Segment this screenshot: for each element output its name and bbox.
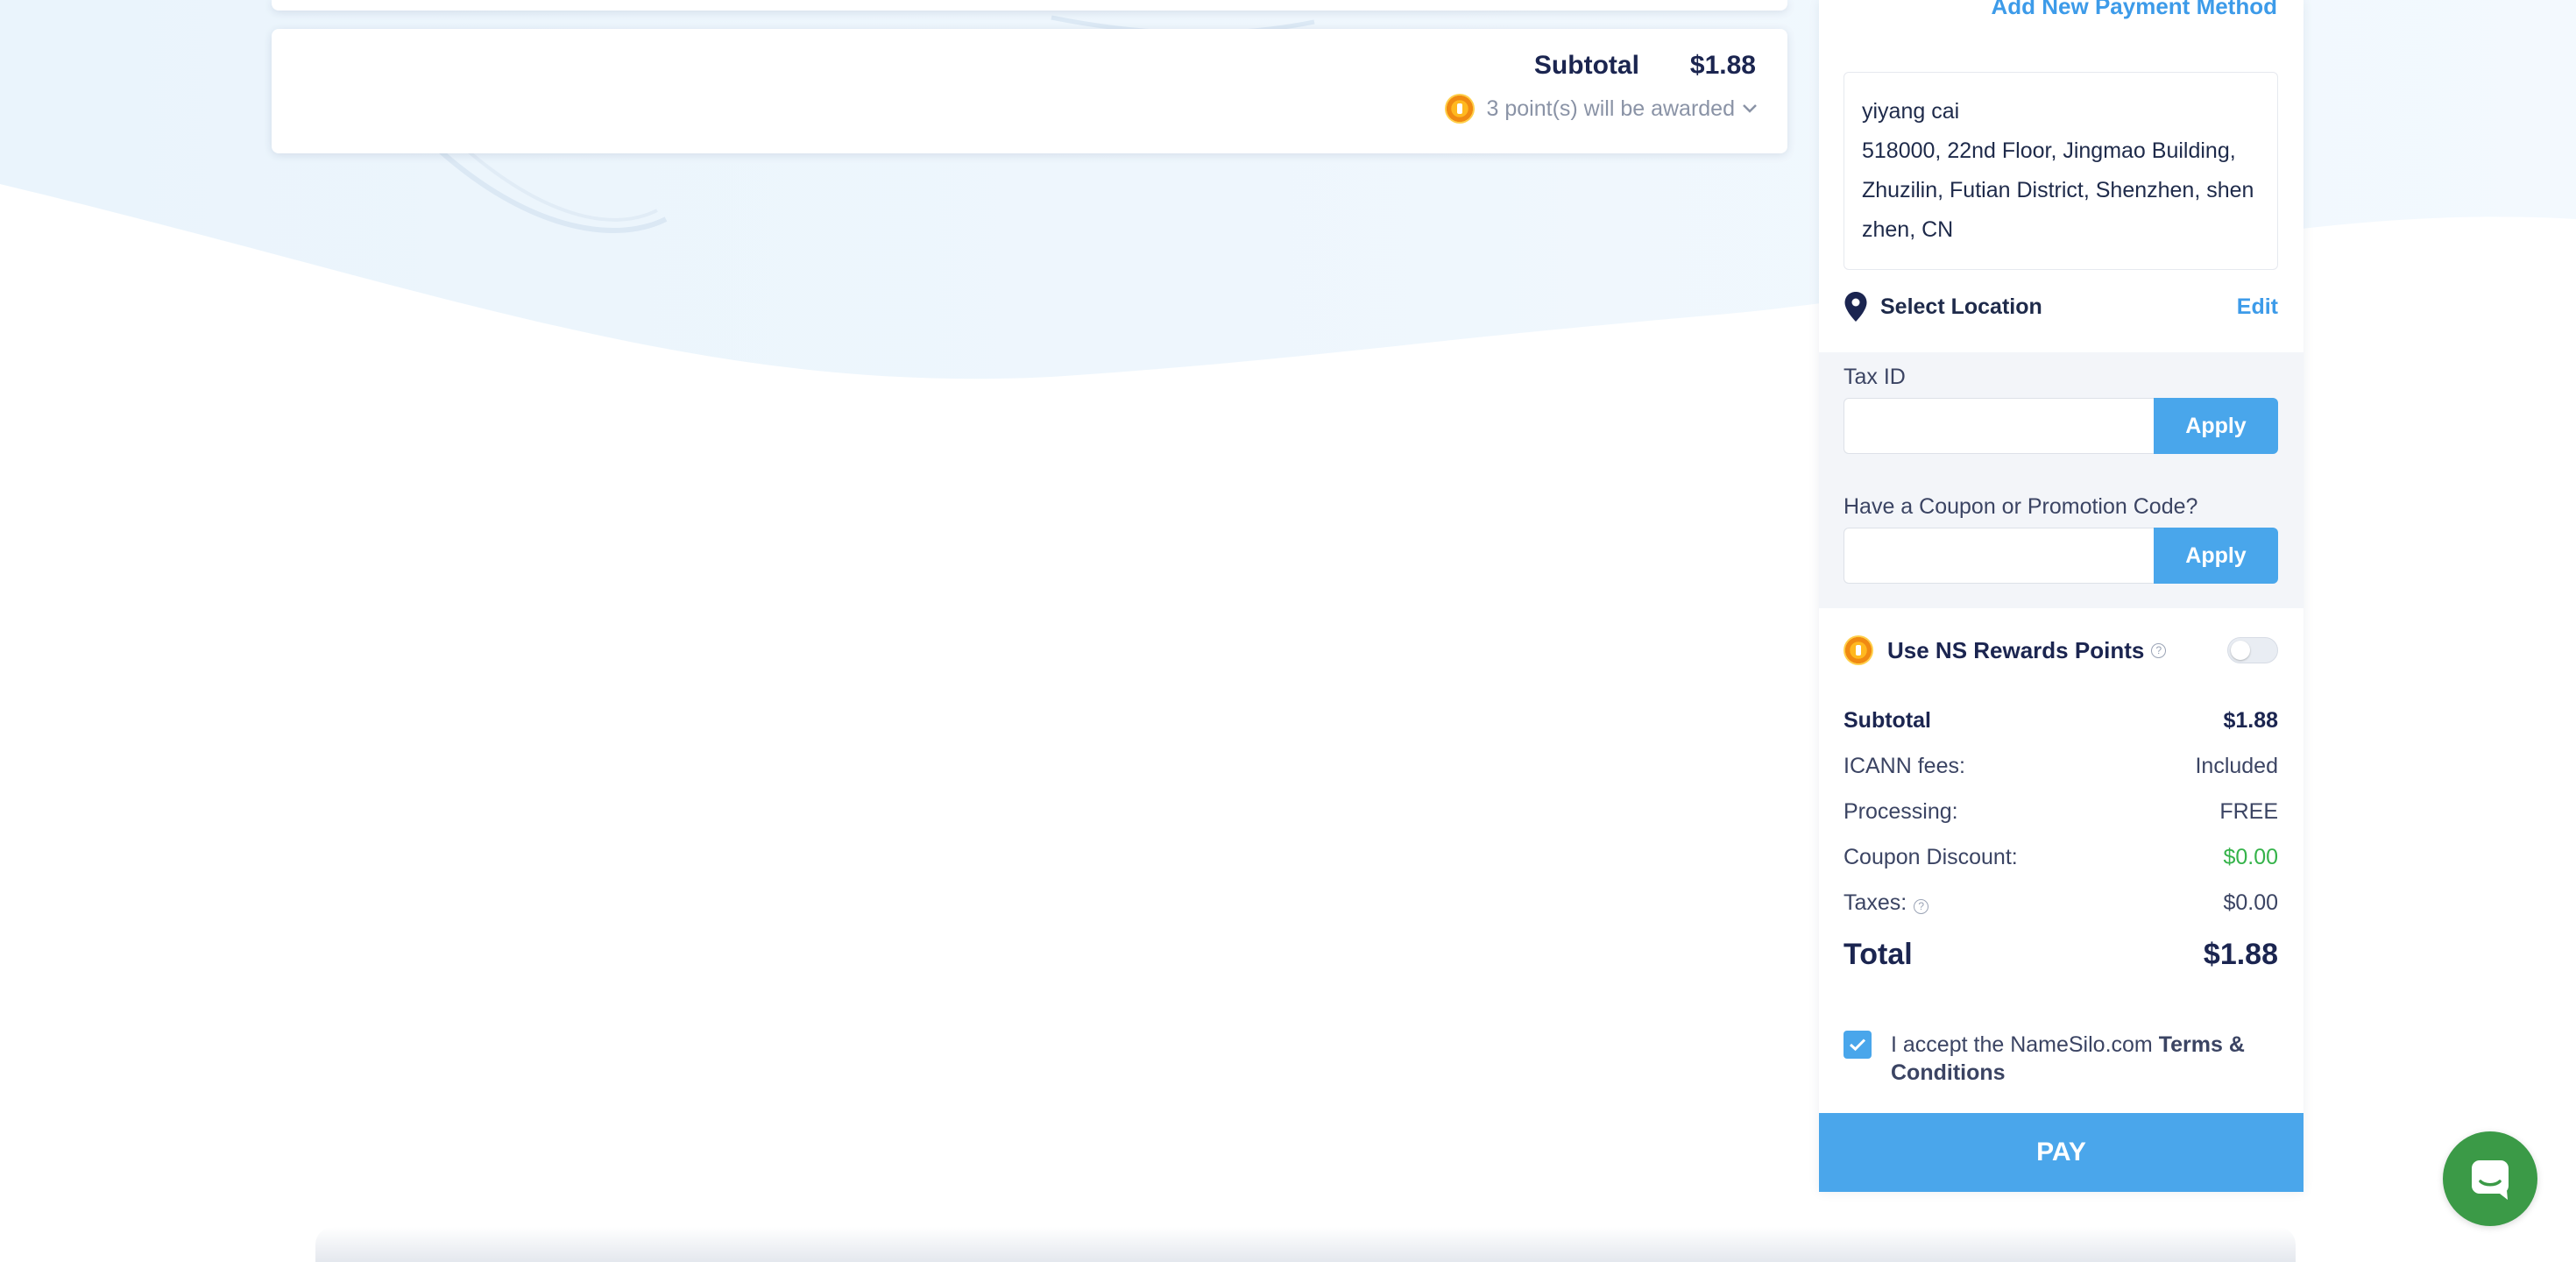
- summary-subtotal-label: Subtotal: [1844, 708, 1931, 733]
- coupon-group: Apply: [1844, 528, 2278, 584]
- cart-subtotal-row: Subtotal $1.88: [1534, 51, 1756, 81]
- summary-subtotal-row: Subtotal $1.88: [1844, 708, 2278, 734]
- summary-taxes-row: Taxes:? $0.00: [1844, 890, 2278, 916]
- cart-subtotal-value: $1.88: [1689, 51, 1756, 80]
- taxes-label: Taxes:: [1844, 890, 1907, 915]
- chevron-down-icon: [1743, 104, 1757, 113]
- rewards-label: Use NS Rewards Points: [1887, 636, 2145, 663]
- rewards-row: Use NS Rewards Points ?: [1844, 633, 2278, 668]
- icann-value: Included: [2195, 754, 2278, 778]
- cart-subtotal-label: Subtotal: [1533, 51, 1639, 80]
- codes-section: Tax ID Apply Have a Coupon or Promotion …: [1819, 352, 2304, 608]
- coupon-input[interactable]: [1844, 528, 2154, 584]
- tax-id-apply-button[interactable]: Apply: [2154, 398, 2278, 454]
- tax-id-group: Apply: [1844, 398, 2278, 454]
- taxes-label-wrap: Taxes:?: [1844, 890, 1929, 916]
- checkmark-icon: [1849, 1039, 1866, 1052]
- footer-edge: [315, 1227, 2296, 1262]
- processing-value: FREE: [2219, 799, 2278, 824]
- chat-launcher-button[interactable]: [2443, 1131, 2537, 1226]
- rewards-toggle[interactable]: [2227, 637, 2278, 663]
- coupon-label: Have a Coupon or Promotion Code?: [1844, 494, 2198, 519]
- summary-subtotal-value: $1.88: [2223, 708, 2278, 733]
- address-line-3: zhen, CN: [1862, 217, 1954, 242]
- cart-subtotal-card: Subtotal $1.88 3 point(s) will be awarde…: [272, 29, 1787, 153]
- add-payment-method-link[interactable]: Add New Payment Method: [1992, 0, 2277, 20]
- address-line-1: 518000, 22nd Floor, Jingmao Building,: [1862, 138, 2236, 163]
- total-value: $1.88: [2203, 938, 2278, 971]
- location-pin-icon: [1844, 292, 1867, 322]
- points-awarded-toggle[interactable]: 3 point(s) will be awarded: [1444, 94, 1758, 124]
- summary-processing-row: Processing: FREE: [1844, 799, 2278, 825]
- billing-address-box: yiyang cai 518000, 22nd Floor, Jingmao B…: [1844, 72, 2278, 270]
- processing-label: Processing:: [1844, 799, 1958, 824]
- terms-row: I accept the NameSilo.com Terms & Condit…: [1844, 1031, 2278, 1087]
- help-icon[interactable]: ?: [2151, 642, 2167, 658]
- terms-text: I accept the NameSilo.com Terms & Condit…: [1891, 1031, 2278, 1087]
- taxes-help-icon[interactable]: ?: [1914, 898, 1929, 914]
- select-location-label[interactable]: Select Location: [1880, 294, 2042, 320]
- tax-id-input[interactable]: [1844, 398, 2154, 454]
- chat-icon: [2472, 1160, 2509, 1200]
- pay-button[interactable]: PAY: [1819, 1113, 2304, 1192]
- reward-coin-icon: [1844, 635, 1873, 665]
- edit-location-link[interactable]: Edit: [2237, 294, 2278, 320]
- coupon-discount-label: Coupon Discount:: [1844, 845, 2018, 869]
- taxes-value: $0.00: [2223, 890, 2278, 915]
- coupon-apply-button[interactable]: Apply: [2154, 528, 2278, 584]
- terms-prefix: I accept the NameSilo.com: [1891, 1032, 2159, 1057]
- summary-coupon-row: Coupon Discount: $0.00: [1844, 845, 2278, 870]
- coupon-discount-value: $0.00: [2223, 845, 2278, 869]
- points-awarded-text: 3 point(s) will be awarded: [1486, 96, 1735, 121]
- icann-label: ICANN fees:: [1844, 754, 1965, 778]
- terms-checkbox[interactable]: [1844, 1031, 1872, 1059]
- address-line-2: Zhuzilin, Futian District, Shenzhen, she…: [1862, 178, 2254, 202]
- reward-coin-icon: [1444, 94, 1475, 124]
- total-label: Total: [1844, 938, 1913, 971]
- summary-total-row: Total $1.88: [1844, 938, 2278, 972]
- checkout-panel: Add New Payment Method yiyang cai 518000…: [1819, 0, 2304, 1192]
- cart-item-card: [272, 0, 1787, 11]
- select-location-row: Select Location Edit: [1844, 289, 2278, 324]
- summary-icann-row: ICANN fees: Included: [1844, 754, 2278, 779]
- tax-id-label: Tax ID: [1844, 365, 1906, 389]
- address-name: yiyang cai: [1862, 99, 1960, 124]
